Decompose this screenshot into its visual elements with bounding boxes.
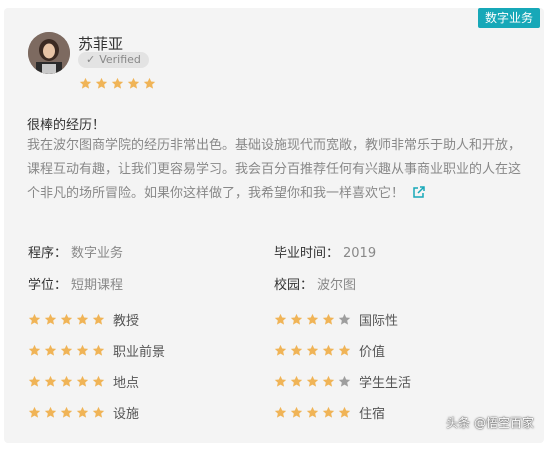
reviewer-name: 苏菲亚 — [78, 35, 124, 53]
star-filled-icon — [76, 344, 89, 356]
avatar — [28, 32, 70, 74]
star-filled-icon — [60, 313, 73, 325]
star-filled-icon — [28, 313, 41, 325]
rating-right-0: 国际性 — [274, 310, 398, 329]
star-filled-icon — [92, 344, 105, 356]
star-filled-icon — [60, 344, 73, 356]
star-filled-icon — [290, 313, 303, 325]
star-filled-icon — [306, 313, 319, 325]
rating-stars — [274, 313, 351, 326]
verified-badge: ✓ Verified — [78, 52, 149, 68]
star-filled-icon — [274, 313, 287, 325]
rating-stars — [274, 375, 351, 388]
star-filled-icon — [92, 406, 105, 418]
star-filled-icon — [290, 344, 303, 356]
rating-left-2: 地点 — [28, 372, 139, 391]
star-empty-icon — [338, 313, 351, 325]
star-filled-icon — [60, 375, 73, 387]
star-filled-icon — [76, 406, 89, 418]
star-filled-icon — [95, 77, 108, 89]
star-filled-icon — [322, 375, 335, 387]
star-filled-icon — [306, 375, 319, 387]
rating-left-3: 设施 — [28, 403, 139, 422]
graduation-info: 毕业时间： 2019 — [274, 246, 377, 261]
rating-label: 设施 — [113, 407, 140, 422]
star-empty-icon — [338, 375, 351, 387]
star-filled-icon — [28, 344, 41, 356]
external-link-icon[interactable] — [412, 184, 425, 198]
rating-label: 学生生活 — [359, 376, 412, 391]
star-filled-icon — [44, 344, 57, 356]
overall-rating — [79, 77, 156, 90]
degree-info: 学位： 短期课程 — [28, 278, 124, 293]
rating-right-1: 价值 — [274, 341, 385, 360]
star-filled-icon — [28, 406, 41, 418]
star-filled-icon — [274, 344, 287, 356]
rating-right-2: 学生生活 — [274, 372, 411, 391]
review-title: 很棒的经历！ — [27, 118, 106, 133]
star-filled-icon — [60, 406, 73, 418]
star-filled-icon — [44, 406, 57, 418]
rating-label: 价值 — [359, 345, 386, 360]
program-tag: 数字业务 — [477, 8, 540, 28]
program-info: 程序： 数字业务 — [28, 246, 124, 261]
review-body: 我在波尔图商学院的经历非常出色。基础设施现代而宽敞，教师非常乐于助人和开放，课程… — [27, 138, 522, 201]
star-filled-icon — [338, 406, 351, 418]
rating-label: 住宿 — [359, 407, 386, 422]
star-filled-icon — [111, 77, 124, 89]
check-icon: ✓ — [86, 53, 96, 66]
star-filled-icon — [306, 344, 319, 356]
rating-left-0: 教授 — [28, 310, 139, 329]
rating-stars — [28, 406, 105, 419]
star-filled-icon — [28, 375, 41, 387]
campus-info: 校园： 波尔图 — [274, 278, 357, 293]
rating-left-1: 职业前景 — [28, 341, 165, 360]
rating-label: 职业前景 — [113, 345, 166, 360]
star-filled-icon — [127, 77, 140, 89]
star-filled-icon — [79, 77, 92, 89]
rating-stars — [28, 375, 105, 388]
star-filled-icon — [44, 375, 57, 387]
star-filled-icon — [76, 375, 89, 387]
star-filled-icon — [274, 406, 287, 418]
rating-stars — [274, 344, 351, 357]
rating-label: 教授 — [113, 314, 140, 329]
star-filled-icon — [274, 375, 287, 387]
rating-right-3: 住宿 — [274, 403, 385, 422]
rating-stars — [28, 313, 105, 326]
star-filled-icon — [322, 344, 335, 356]
star-filled-icon — [92, 313, 105, 325]
review-card: 数字业务 苏菲亚 ✓ Verified 很棒的经历！ 我在波尔图商学院的经历非常出… — [4, 8, 544, 443]
watermark: 头条 @悟空百家 — [446, 416, 534, 430]
star-filled-icon — [322, 406, 335, 418]
star-filled-icon — [306, 406, 319, 418]
star-filled-icon — [92, 375, 105, 387]
star-filled-icon — [76, 313, 89, 325]
star-filled-icon — [338, 344, 351, 356]
rating-stars — [274, 406, 351, 419]
rating-label: 国际性 — [359, 314, 399, 329]
star-filled-icon — [322, 313, 335, 325]
rating-stars — [28, 344, 105, 357]
star-filled-icon — [44, 313, 57, 325]
star-filled-icon — [290, 406, 303, 418]
star-filled-icon — [290, 375, 303, 387]
star-filled-icon — [143, 77, 156, 89]
rating-label: 地点 — [113, 376, 140, 391]
